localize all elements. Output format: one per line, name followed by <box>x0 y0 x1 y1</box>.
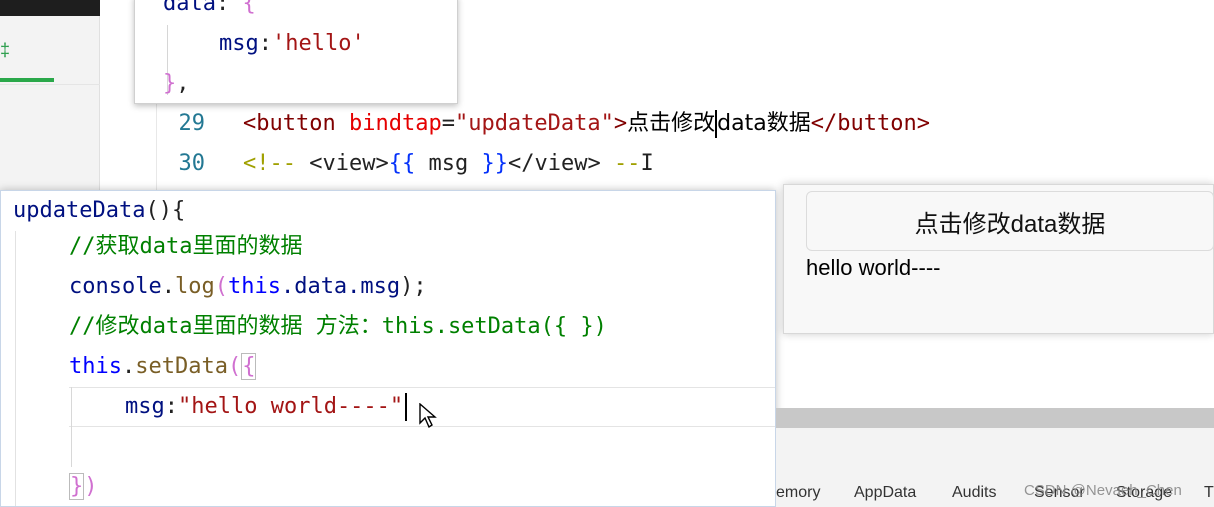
devtools-scrollbar[interactable] <box>776 408 1214 428</box>
text-cursor <box>405 393 408 421</box>
tab-more[interactable]: T <box>1204 484 1214 502</box>
watermark: CSDN @Nevaeh_Chen <box>1024 482 1182 499</box>
popup-line-1: data: { <box>163 0 256 16</box>
js-editor-popup[interactable]: updateData(){ //获取data里面的数据 console.log(… <box>0 190 776 507</box>
tab-audits[interactable]: Audits <box>952 484 996 502</box>
ibeam-cursor-icon: I <box>640 151 654 176</box>
mouse-pointer-icon <box>419 403 437 429</box>
js-line-close: }) <box>69 473 98 500</box>
simulator-preview: 点击修改data数据 hello world---- <box>783 184 1214 334</box>
msg-view-text: hello world---- <box>806 255 941 280</box>
data-definition-popup: data: { msg:'hello' }, <box>134 0 458 104</box>
js-line-function: updateData(){ <box>13 198 186 223</box>
js-line-comment-2: //修改data里面的数据 方法：this.setData({ }) <box>69 314 607 339</box>
js-line-console: console.log(this.data.msg); <box>69 274 427 299</box>
title-bar <box>0 0 100 16</box>
line-number: 30 <box>178 151 206 176</box>
js-line-msg[interactable]: msg:"hello world----" <box>125 387 408 427</box>
indent-guide <box>71 387 72 467</box>
code-line-30[interactable]: 30 <!-- <view>{{ msg }}</view> --I <box>157 145 654 183</box>
popup-line-3: }, <box>163 71 190 96</box>
js-line-setdata: this.setData({ <box>69 353 257 380</box>
explorer-sidebar: ‡ <box>0 0 100 200</box>
popup-line-2: msg:'hello' <box>219 31 365 56</box>
active-tab-indicator <box>0 78 54 82</box>
indent-guide <box>15 231 16 506</box>
tab-appdata[interactable]: AppData <box>854 484 916 502</box>
line-number: 29 <box>178 111 206 136</box>
js-line-comment-1: //获取data里面的数据 <box>69 234 303 259</box>
code-line-29[interactable]: 29 <button bindtap="updateData">点击修改data数… <box>157 105 930 143</box>
update-data-button[interactable]: 点击修改data数据 <box>806 191 1214 251</box>
divider <box>0 84 100 85</box>
sidebar-tab-icon[interactable]: ‡ <box>0 40 10 61</box>
tab-memory[interactable]: emory <box>776 484 820 502</box>
